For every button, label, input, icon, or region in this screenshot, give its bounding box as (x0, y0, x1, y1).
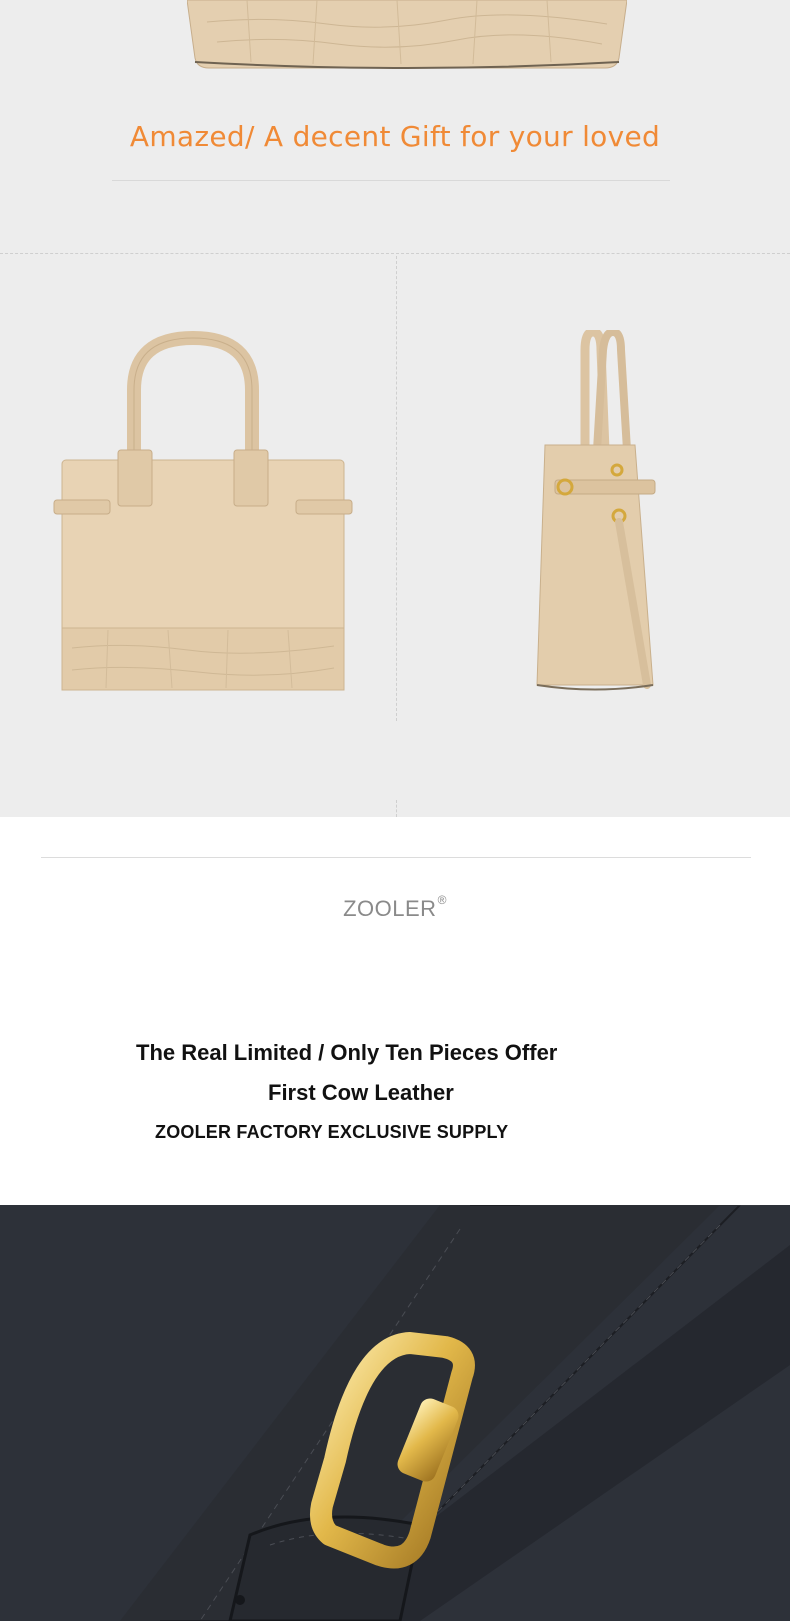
promo-material: First Cow Leather (268, 1080, 454, 1105)
brand-name: ZOOLER (343, 896, 437, 921)
headline-divider (112, 180, 670, 181)
grid-divider-horizontal (0, 253, 790, 254)
promo-limited-offer: The Real Limited / Only Ten Pieces Offer (136, 1040, 558, 1065)
registered-mark: ® (437, 892, 447, 907)
promo-supply: ZOOLER FACTORY EXCLUSIVE SUPPLY (155, 1122, 509, 1142)
product-gallery-section: Amazed/ A decent Gift for your loved (0, 0, 790, 817)
bag-front-view-image (53, 330, 353, 691)
gift-headline: Amazed/ A decent Gift for your loved (129, 120, 661, 153)
grid-divider-vertical-lower (396, 800, 397, 817)
brand-logo: ZOOLER® (0, 892, 790, 922)
grid-divider-vertical (396, 256, 397, 721)
bag-side-view-image (536, 330, 656, 691)
leather-buckle-detail-image (0, 1205, 790, 1621)
brand-divider (41, 857, 751, 858)
bag-base-image (187, 0, 627, 69)
